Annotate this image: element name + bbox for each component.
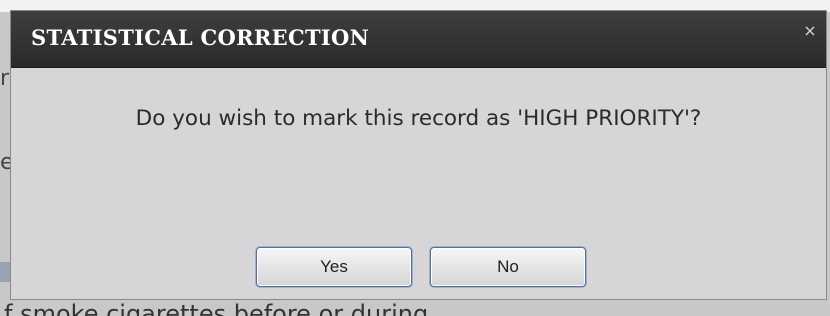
statistical-correction-dialog: STATISTICAL CORRECTION × Do you wish to … xyxy=(10,10,827,300)
no-button[interactable]: No xyxy=(430,247,586,287)
dialog-titlebar[interactable]: STATISTICAL CORRECTION × xyxy=(11,11,826,68)
background-page-text: f smoke cigarettes before or during xyxy=(4,300,429,316)
close-icon[interactable]: × xyxy=(800,21,820,41)
yes-button[interactable]: Yes xyxy=(256,247,412,287)
background-left-text: r xyxy=(0,66,10,91)
background-left-bar xyxy=(0,262,10,282)
dialog-title: STATISTICAL CORRECTION xyxy=(31,25,370,50)
dialog-message: Do you wish to mark this record as 'HIGH… xyxy=(135,106,702,131)
